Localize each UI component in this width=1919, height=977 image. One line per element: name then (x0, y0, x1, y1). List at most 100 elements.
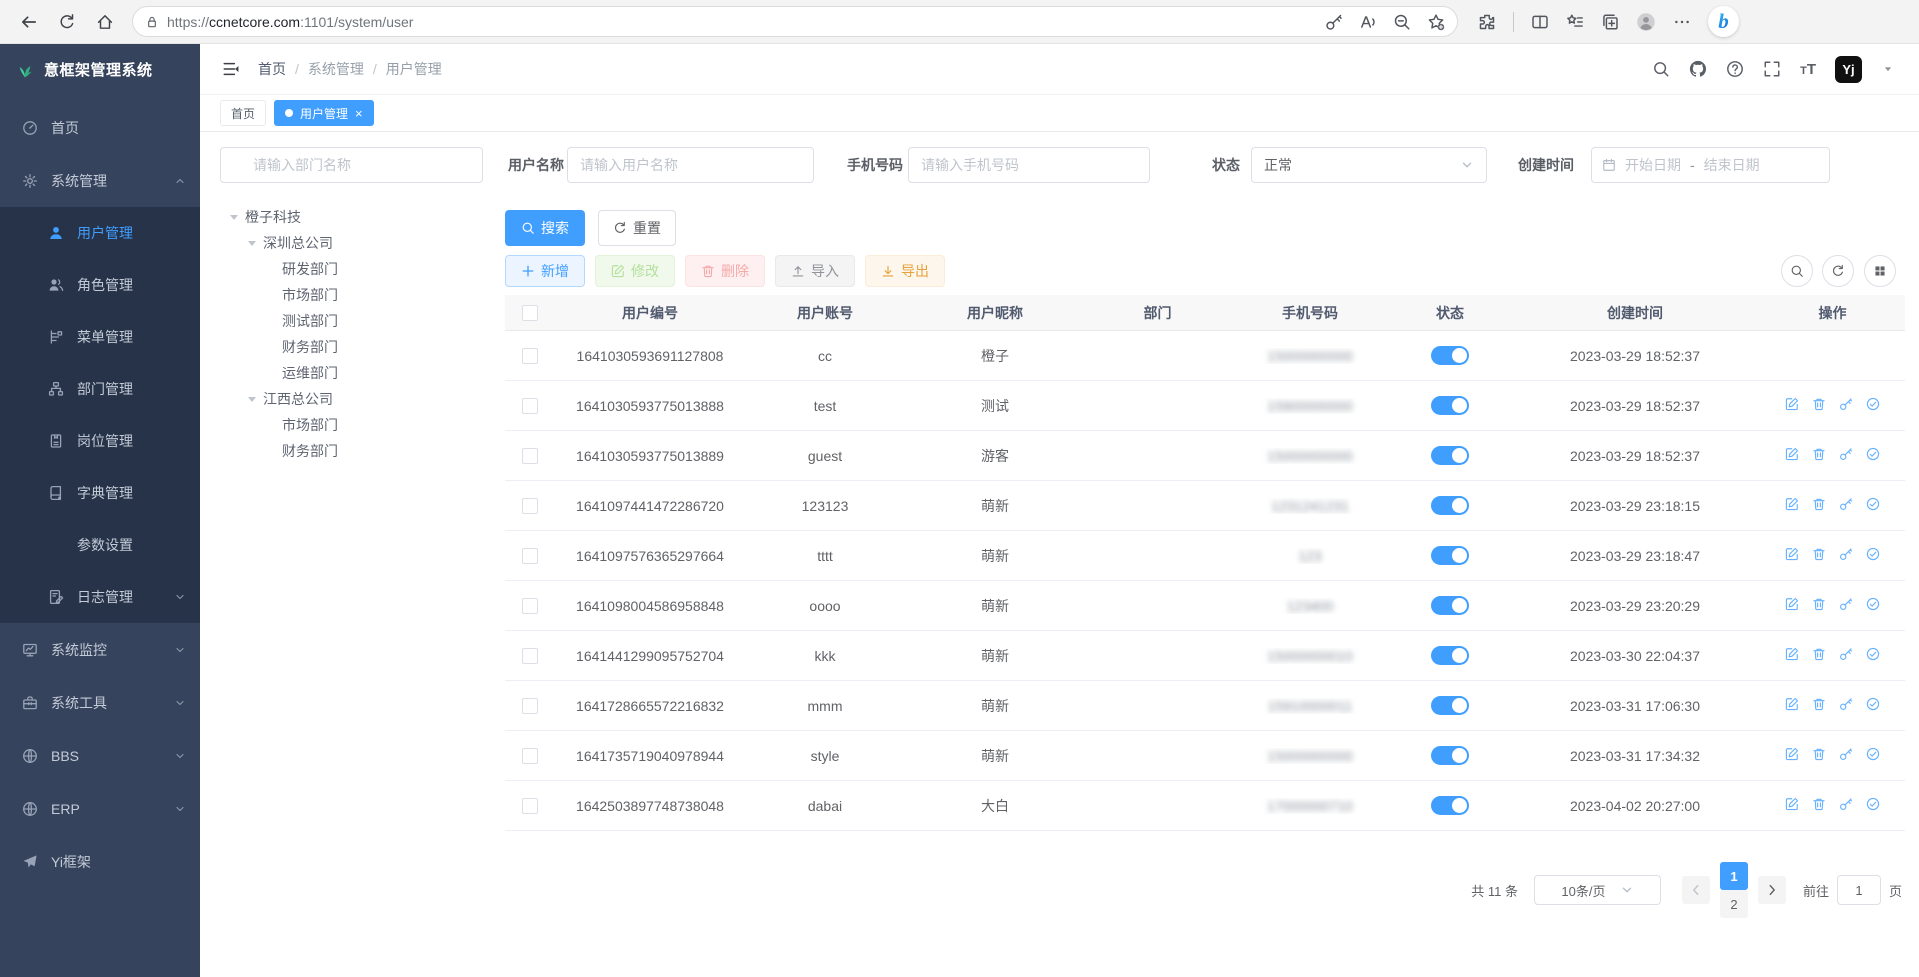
status-toggle[interactable] (1431, 646, 1469, 665)
sidebar-item-7[interactable]: 字典管理 (0, 467, 200, 519)
delete-row-button[interactable] (1812, 397, 1826, 414)
status-toggle[interactable] (1431, 396, 1469, 415)
reset-password-button[interactable] (1839, 497, 1853, 514)
status-toggle[interactable] (1431, 446, 1469, 465)
close-tab-icon[interactable]: × (355, 107, 363, 120)
delete-row-button[interactable] (1812, 647, 1826, 664)
reset-button[interactable]: 重置 (598, 210, 676, 246)
assign-role-button[interactable] (1866, 397, 1880, 414)
assign-role-button[interactable] (1866, 747, 1880, 764)
export-button[interactable]: 导出 (865, 255, 945, 287)
sidebar-item-12[interactable]: BBS (0, 729, 200, 782)
tree-expand-arrow-icon[interactable] (248, 241, 256, 246)
github-icon[interactable] (1689, 60, 1707, 78)
page-button-2[interactable]: 2 (1720, 890, 1748, 918)
user-avatar[interactable]: Yj (1835, 56, 1862, 83)
tree-node-3[interactable]: 市场部门 (220, 282, 496, 308)
tree-expand-arrow-icon[interactable] (230, 215, 238, 220)
breadcrumb-home[interactable]: 首页 (258, 59, 286, 79)
status-toggle[interactable] (1431, 546, 1469, 565)
delete-row-button[interactable] (1812, 797, 1826, 814)
extensions-puzzle-icon[interactable] (1478, 13, 1496, 31)
tree-node-7[interactable]: 江西总公司 (220, 386, 496, 412)
tree-node-2[interactable]: 研发部门 (220, 256, 496, 282)
assign-role-button[interactable] (1866, 797, 1880, 814)
sidebar-item-11[interactable]: 系统工具 (0, 676, 200, 729)
prev-page-button[interactable] (1682, 876, 1710, 904)
next-page-button[interactable] (1758, 876, 1786, 904)
row-checkbox[interactable] (522, 798, 538, 814)
delete-button[interactable]: 删除 (685, 255, 765, 287)
edit-row-button[interactable] (1785, 447, 1799, 464)
split-screen-icon[interactable] (1531, 13, 1549, 31)
delete-row-button[interactable] (1812, 497, 1826, 514)
edit-row-button[interactable] (1785, 397, 1799, 414)
zoom-out-icon[interactable] (1393, 13, 1411, 31)
sidebar-item-4[interactable]: 菜单管理 (0, 311, 200, 363)
row-checkbox[interactable] (522, 448, 538, 464)
row-checkbox[interactable] (522, 548, 538, 564)
table-refresh-button[interactable] (1822, 255, 1854, 287)
avatar-caret-icon[interactable] (1881, 62, 1895, 76)
assign-role-button[interactable] (1866, 697, 1880, 714)
modify-button[interactable]: 修改 (595, 255, 675, 287)
phone-input[interactable] (908, 147, 1150, 183)
delete-row-button[interactable] (1812, 697, 1826, 714)
row-checkbox[interactable] (522, 398, 538, 414)
row-checkbox[interactable] (522, 348, 538, 364)
edit-row-button[interactable] (1785, 547, 1799, 564)
row-checkbox[interactable] (522, 598, 538, 614)
help-question-icon[interactable] (1726, 60, 1744, 78)
add-button[interactable]: 新增 (505, 255, 585, 287)
tree-node-8[interactable]: 市场部门 (220, 412, 496, 438)
status-toggle[interactable] (1431, 746, 1469, 765)
search-button[interactable]: 搜索 (505, 210, 585, 246)
edit-row-button[interactable] (1785, 747, 1799, 764)
collapse-sidebar-icon[interactable] (222, 60, 240, 78)
address-bar[interactable]: https://ccnetcore.com:1101/system/user (132, 6, 1458, 37)
reset-password-button[interactable] (1839, 547, 1853, 564)
status-select[interactable]: 正常 (1251, 147, 1487, 183)
assign-role-button[interactable] (1866, 547, 1880, 564)
goto-page-input[interactable] (1837, 875, 1881, 905)
favorites-icon[interactable] (1566, 13, 1584, 31)
reset-password-button[interactable] (1839, 647, 1853, 664)
tree-node-1[interactable]: 深圳总公司 (220, 230, 496, 256)
sidebar-item-9[interactable]: 日志管理 (0, 571, 200, 623)
sidebar-item-6[interactable]: 岗位管理 (0, 415, 200, 467)
table-search-toggle-button[interactable] (1781, 255, 1813, 287)
search-icon[interactable] (1652, 60, 1670, 78)
reset-password-button[interactable] (1839, 797, 1853, 814)
import-button[interactable]: 导入 (775, 255, 855, 287)
edit-row-button[interactable] (1785, 797, 1799, 814)
status-toggle[interactable] (1431, 346, 1469, 365)
edit-row-button[interactable] (1785, 697, 1799, 714)
delete-row-button[interactable] (1812, 447, 1826, 464)
created-date-range[interactable]: 开始日期 - 结束日期 (1591, 147, 1830, 183)
sidebar-item-14[interactable]: Yi框架 (0, 835, 200, 888)
select-all-checkbox[interactable] (522, 305, 538, 321)
row-checkbox[interactable] (522, 648, 538, 664)
browser-refresh-button[interactable] (48, 5, 86, 39)
table-columns-button[interactable] (1864, 255, 1896, 287)
reset-password-button[interactable] (1839, 747, 1853, 764)
delete-row-button[interactable] (1812, 747, 1826, 764)
tree-node-9[interactable]: 财务部门 (220, 438, 496, 464)
tree-node-5[interactable]: 财务部门 (220, 334, 496, 360)
sidebar-item-8[interactable]: 参数设置 (0, 519, 200, 571)
browser-profile-avatar[interactable] (1636, 12, 1656, 32)
username-input[interactable] (567, 147, 814, 183)
sidebar-item-1[interactable]: 系统管理 (0, 154, 200, 207)
row-checkbox[interactable] (522, 698, 538, 714)
more-ellipsis-icon[interactable] (1673, 13, 1691, 31)
assign-role-button[interactable] (1866, 597, 1880, 614)
reset-password-button[interactable] (1839, 447, 1853, 464)
edit-row-button[interactable] (1785, 647, 1799, 664)
sidebar-item-0[interactable]: 首页 (0, 101, 200, 154)
edit-row-button[interactable] (1785, 597, 1799, 614)
collections-icon[interactable] (1601, 13, 1619, 31)
row-checkbox[interactable] (522, 748, 538, 764)
font-size-icon[interactable]: TT (1800, 62, 1816, 77)
sidebar-item-10[interactable]: 系统监控 (0, 623, 200, 676)
tree-node-6[interactable]: 运维部门 (220, 360, 496, 386)
